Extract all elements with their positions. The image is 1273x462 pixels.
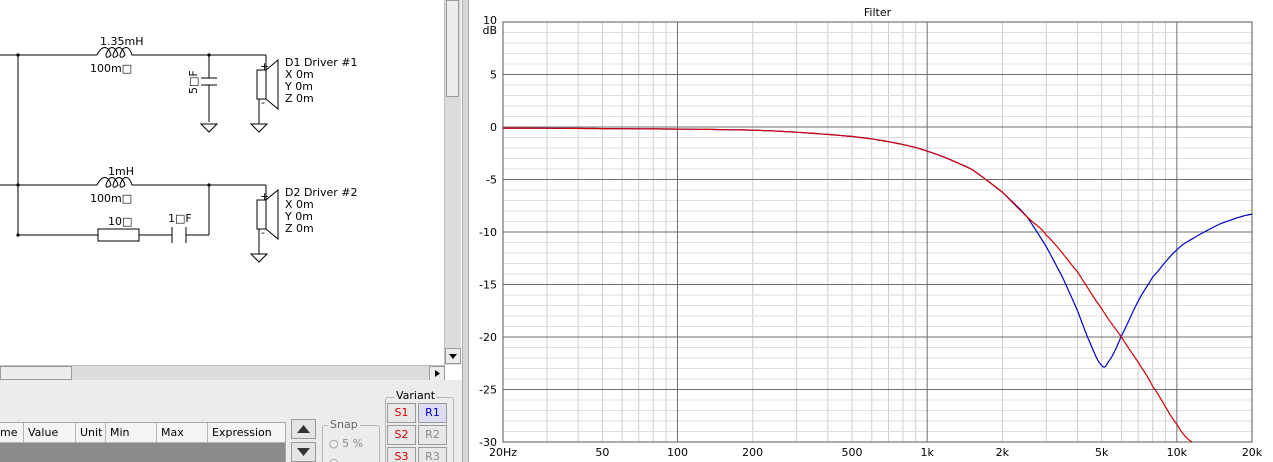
ground-icon [249,253,269,263]
frequency-response-chart: FilterdB1050-5-10-15-20-25-3020Hz 50 100 20… [479,6,1263,459]
capacitor-2-icon [171,227,187,243]
horizontal-scrollbar[interactable] [0,365,445,381]
inductor-2-resistance: 100m□ [90,192,132,205]
speaker-1-plus: + [260,60,269,73]
snap-label: Snap [328,418,360,431]
column-header-unit[interactable]: Unit [76,423,106,442]
snap-option-2[interactable]: ○ [329,456,339,462]
variant-r1-button[interactable]: R1 [418,403,447,423]
arrow-down-icon [297,448,310,456]
inductor-2-icon [96,177,141,188]
radio-icon: ○ [329,456,339,462]
capacitor-2-value: 1□F [168,212,192,225]
vertical-scroll-thumb[interactable] [446,0,459,97]
x-tick-label: 200 [742,446,763,459]
schematic-canvas[interactable]: 1.35mH 100m□ 5□F + - D1 Driver #1 X 0m Y… [0,0,444,365]
x-tick-label: 500 [842,446,863,459]
ground-icon [249,123,269,133]
x-tick-label: 20Hz [489,446,517,459]
response-curve-2 [503,127,1193,443]
column-header-min[interactable]: Min [106,423,157,442]
chart-title: Filter [864,6,892,19]
move-down-button[interactable] [291,442,316,462]
variant-r3-button[interactable]: R3 [418,447,447,462]
move-up-button[interactable] [291,419,316,439]
y-tick-label: 5 [490,69,497,82]
x-tick-label: 10k [1167,446,1188,459]
arrow-down-icon [449,354,457,359]
x-tick-label: 100 [667,446,688,459]
radio-icon: ○ [329,437,339,450]
y-tick-label: -25 [479,384,497,397]
parameter-table-header: me Value Unit Min Max Expression [0,423,285,443]
x-tick-label: 1k [920,446,934,459]
ground-icon [199,123,219,133]
column-header-name[interactable]: me [0,423,24,442]
inductor-1-icon [96,47,141,58]
parameter-panel: me Value Unit Min Max Expression Snap ○ … [0,380,462,462]
arrow-up-icon [297,425,310,433]
x-tick-label: 5k [1095,446,1109,459]
speaker-2-plus: + [260,190,269,203]
y-tick-label: -5 [486,174,497,187]
parameter-table[interactable]: me Value Unit Min Max Expression [0,422,286,462]
inductor-2-value: 1mH [108,165,134,178]
schematic-pane: 1.35mH 100m□ 5□F + - D1 Driver #1 X 0m Y… [0,0,462,462]
column-header-max[interactable]: Max [157,423,208,442]
y-tick-label: -10 [479,226,497,239]
variant-s1-button[interactable]: S1 [387,403,416,423]
inductor-1-value: 1.35mH [100,35,143,48]
column-header-expression[interactable]: Expression [208,423,284,442]
snap-option-5-percent[interactable]: ○ 5 % [329,437,363,450]
vertical-scrollbar[interactable] [444,0,461,365]
split-divider[interactable] [462,0,469,462]
x-tick-label: 50 [595,446,609,459]
scroll-right-button[interactable] [429,366,445,381]
resistor-icon [97,228,140,242]
y-tick-label: -15 [479,279,497,292]
resistor-value: 10□ [108,215,132,228]
horizontal-scroll-thumb[interactable] [0,366,72,380]
speaker-2-minus: - [261,226,265,239]
variant-s2-button[interactable]: S2 [387,425,416,445]
driver-1-z: Z 0m [285,92,314,105]
inductor-1-resistance: 100m□ [90,62,132,75]
arrow-right-icon [435,370,440,377]
response-curve-1 [503,127,1253,368]
scroll-down-button[interactable] [445,348,461,364]
driver-2-z: Z 0m [285,222,314,235]
y-tick-label: 10 [483,14,497,27]
y-tick-label: -20 [479,331,497,344]
x-tick-label: 20k [1242,446,1263,459]
y-tick-label: 0 [490,121,497,134]
variant-r2-button[interactable]: R2 [418,425,447,445]
column-header-value[interactable]: Value [24,423,76,442]
speaker-1-minus: - [261,96,265,109]
x-tick-label: 2k [996,446,1010,459]
variant-label: Variant [394,389,438,402]
variant-s3-button[interactable]: S3 [387,447,416,462]
capacitor-1-value: 5□F [187,70,200,94]
parameter-table-row[interactable] [0,443,285,462]
snap-option-label: 5 % [342,437,364,450]
